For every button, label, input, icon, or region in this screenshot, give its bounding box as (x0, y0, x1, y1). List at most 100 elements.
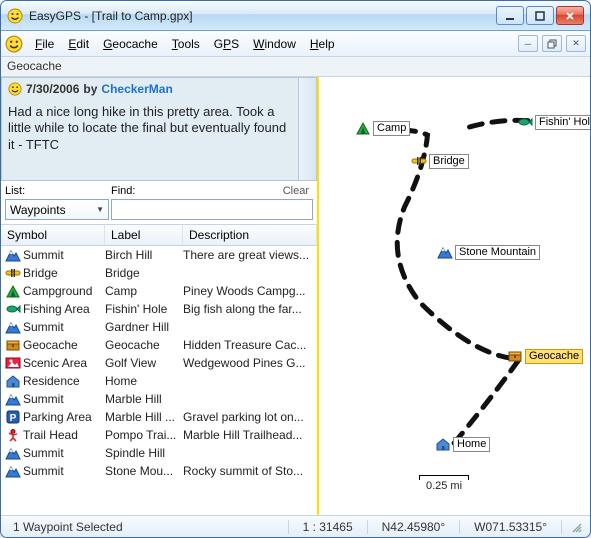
cell-label: Birch Hill (105, 248, 183, 262)
cell-description: Rocky summit of Sto... (183, 464, 317, 478)
summit-icon (5, 392, 21, 406)
trailhead-icon (5, 428, 21, 442)
cell-label: Gardner Hill (105, 320, 183, 334)
cell-symbol: Campground (21, 284, 105, 298)
col-label[interactable]: Label (105, 225, 183, 245)
cell-label: Fishin' Hole (105, 302, 183, 316)
cell-label: Golf View (105, 356, 183, 370)
map-label-bridge[interactable]: Bridge (429, 154, 469, 169)
table-row[interactable]: SummitGardner Hill (1, 318, 317, 336)
app-icon (7, 8, 23, 24)
cell-description: Big fish along the far... (183, 302, 317, 316)
cell-symbol: Summit (21, 464, 105, 478)
menu-edit[interactable]: Edit (62, 35, 95, 53)
col-symbol[interactable]: Symbol (1, 225, 105, 245)
list-label: List: (5, 185, 109, 197)
cell-label: Geocache (105, 338, 183, 352)
cell-label: Pompo Trai... (105, 428, 183, 442)
minimize-button[interactable] (496, 6, 524, 25)
bridge-icon (411, 154, 427, 168)
cell-label: Bridge (105, 266, 183, 280)
cell-symbol: Bridge (21, 266, 105, 280)
table-row[interactable]: Fishing AreaFishin' HoleBig fish along t… (1, 300, 317, 318)
summit-icon (437, 245, 453, 259)
cell-label: Camp (105, 284, 183, 298)
resize-grip-icon[interactable] (570, 521, 582, 533)
summit-icon (5, 446, 21, 460)
cell-label: Stone Mou... (105, 464, 183, 478)
doc-close-button[interactable]: ✕ (566, 35, 586, 52)
maximize-button[interactable] (526, 6, 554, 25)
menu-window[interactable]: Window (247, 35, 302, 53)
cell-symbol: Summit (21, 392, 105, 406)
table-row[interactable]: SummitBirch HillThere are great views... (1, 246, 317, 264)
geocache-icon (5, 338, 21, 352)
bridge-icon (5, 266, 21, 280)
title-bar: EasyGPS - [Trail to Camp.gpx] (1, 1, 590, 31)
app-window: EasyGPS - [Trail to Camp.gpx] File Edit … (0, 0, 591, 538)
geocache-icon (507, 349, 523, 363)
cell-description: Marble Hill Trailhead... (183, 428, 317, 442)
log-body: Had a nice long hike in this pretty area… (8, 104, 310, 153)
doc-restore-button[interactable] (542, 35, 562, 52)
clear-button[interactable]: Clear (283, 185, 313, 197)
log-by: by (83, 82, 97, 96)
cell-label: Marble Hill (105, 392, 183, 406)
map-label-fishin[interactable]: Fishin' Hole (535, 115, 590, 130)
doc-minimize-button[interactable]: ─ (518, 35, 538, 52)
log-author-link[interactable]: CheckerMan (101, 82, 172, 96)
list-combo-value: Waypoints (10, 203, 66, 217)
campground-icon (5, 284, 21, 298)
cell-description: There are great views... (183, 248, 317, 262)
scenic-icon (5, 356, 21, 370)
table-row[interactable]: SummitMarble Hill (1, 390, 317, 408)
map-label-camp[interactable]: Camp (373, 121, 410, 136)
status-scale: 1 : 31465 (297, 520, 359, 534)
cell-description: Hidden Treasure Cac... (183, 338, 317, 352)
table-row[interactable]: ResidenceHome (1, 372, 317, 390)
table-row[interactable]: GeocacheGeocacheHidden Treasure Cac... (1, 336, 317, 354)
menu-tools[interactable]: Tools (166, 35, 206, 53)
summit-icon (5, 248, 21, 262)
cell-symbol: Residence (21, 374, 105, 388)
cell-symbol: Summit (21, 446, 105, 460)
table-row[interactable]: Parking AreaMarble Hill ...Gravel parkin… (1, 408, 317, 426)
table-row[interactable]: Trail HeadPompo Trai...Marble Hill Trail… (1, 426, 317, 444)
cell-symbol: Trail Head (21, 428, 105, 442)
fish-icon (5, 302, 21, 316)
map-label-stone[interactable]: Stone Mountain (455, 245, 540, 260)
col-description[interactable]: Description (183, 225, 317, 245)
residence-icon (5, 374, 21, 388)
cell-symbol: Summit (21, 320, 105, 334)
menu-file[interactable]: File (29, 35, 60, 53)
map-label-geocache[interactable]: Geocache (525, 349, 583, 364)
status-lon: W071.53315° (468, 520, 553, 534)
find-label: Find: (111, 185, 281, 197)
list-combo[interactable]: Waypoints ▼ (5, 199, 109, 220)
menu-help[interactable]: Help (304, 35, 341, 53)
cell-symbol: Summit (21, 248, 105, 262)
cell-symbol: Parking Area (21, 410, 105, 424)
table-row[interactable]: BridgeBridge (1, 264, 317, 282)
table-row[interactable]: SummitStone Mou...Rocky summit of Sto... (1, 462, 317, 480)
menu-gps[interactable]: GPS (208, 35, 245, 53)
chevron-down-icon: ▼ (96, 205, 104, 214)
table-row[interactable]: Scenic AreaGolf ViewWedgewood Pines G... (1, 354, 317, 372)
fish-icon (517, 115, 533, 129)
table-row[interactable]: CampgroundCampPiney Woods Campg... (1, 282, 317, 300)
camp-icon (355, 121, 371, 135)
map-pane[interactable]: Camp Fishin' Hole Bridge Stone Mountain … (319, 77, 590, 515)
cell-label: Spindle Hill (105, 446, 183, 460)
close-button[interactable] (556, 6, 584, 25)
map-label-home[interactable]: Home (453, 437, 490, 452)
cell-description: Piney Woods Campg... (183, 284, 317, 298)
menu-bar: File Edit Geocache Tools GPS Window Help… (1, 31, 590, 57)
status-selection: 1 Waypoint Selected (7, 520, 129, 534)
table-row[interactable]: SummitSpindle Hill (1, 444, 317, 462)
table-header: Symbol Label Description (1, 225, 317, 246)
find-input[interactable] (111, 199, 313, 220)
status-bar: 1 Waypoint Selected 1 : 31465 N42.45980°… (1, 515, 590, 537)
menu-geocache[interactable]: Geocache (97, 35, 164, 53)
cell-symbol: Scenic Area (21, 356, 105, 370)
map-scale: 0.25 mi (419, 475, 469, 492)
